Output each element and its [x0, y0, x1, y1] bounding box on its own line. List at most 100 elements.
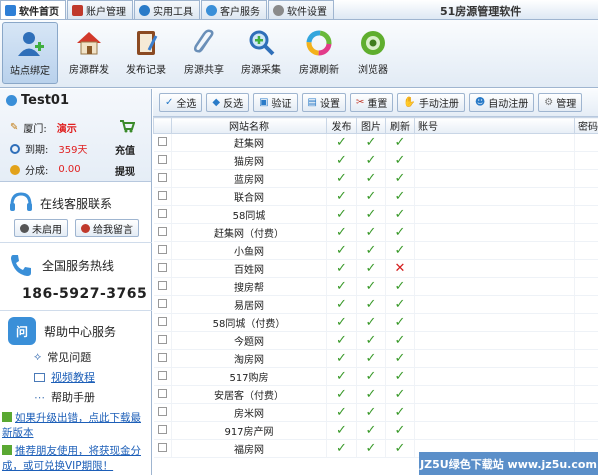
password-cell[interactable]	[574, 133, 598, 152]
account-cell[interactable]	[414, 187, 575, 206]
help-link-manual[interactable]: ⋯ 帮助手册	[34, 387, 95, 407]
recharge-button[interactable]: 充值	[115, 142, 135, 157]
password-cell[interactable]	[574, 331, 598, 350]
manage-button[interactable]: ⚙ 管理	[538, 93, 583, 112]
password-cell[interactable]	[574, 295, 598, 314]
password-cell[interactable]	[574, 205, 598, 224]
table-row[interactable]: 赶集网 ✓ ✓ ✓	[153, 133, 598, 152]
password-cell[interactable]	[574, 169, 598, 188]
table-row[interactable]: 赶集网（付费） ✓ ✓ ✓	[153, 223, 598, 242]
account-cell[interactable]	[414, 277, 575, 296]
toolbar-browser[interactable]: 浏览器	[345, 22, 401, 84]
verify-button[interactable]: ▣ 验证	[253, 93, 298, 112]
row-checkbox[interactable]	[153, 367, 172, 386]
password-cell[interactable]	[574, 367, 598, 386]
row-checkbox[interactable]	[153, 403, 172, 422]
row-checkbox[interactable]	[153, 331, 172, 350]
table-row[interactable]: 小鱼网 ✓ ✓ ✓	[153, 241, 598, 260]
password-cell[interactable]	[574, 223, 598, 242]
table-row[interactable]: 安居客（付费） ✓ ✓ ✓	[153, 385, 598, 404]
password-cell[interactable]	[574, 241, 598, 260]
row-checkbox[interactable]	[153, 241, 172, 260]
row-checkbox[interactable]	[153, 439, 172, 458]
row-checkbox[interactable]	[153, 205, 172, 224]
table-row[interactable]: 房米网 ✓ ✓ ✓	[153, 403, 598, 422]
password-cell[interactable]	[574, 349, 598, 368]
help-link-faq[interactable]: ⟡ 常见问题	[34, 347, 95, 367]
account-cell[interactable]	[414, 421, 575, 440]
account-cell[interactable]	[414, 313, 575, 332]
account-cell[interactable]	[414, 151, 575, 170]
cart-icon[interactable]	[119, 119, 136, 136]
account-cell[interactable]	[414, 403, 575, 422]
promo-upgrade-link[interactable]: 如果升级出错，点此下载最新版本	[2, 411, 150, 441]
tab-settings[interactable]: 软件设置	[268, 0, 334, 19]
invert-selection-button[interactable]: ◆ 反选	[206, 93, 250, 112]
account-cell[interactable]	[414, 331, 575, 350]
table-row[interactable]: 搜房帮 ✓ ✓ ✓	[153, 277, 598, 296]
row-checkbox[interactable]	[153, 151, 172, 170]
table-row[interactable]: 淘房网 ✓ ✓ ✓	[153, 349, 598, 368]
row-checkbox[interactable]	[153, 169, 172, 188]
toolbar-post-log[interactable]: 发布记录	[118, 22, 174, 84]
account-cell[interactable]	[414, 205, 575, 224]
support-status-button[interactable]: 未启用	[14, 219, 68, 237]
row-checkbox[interactable]	[153, 385, 172, 404]
account-cell[interactable]	[414, 367, 575, 386]
row-checkbox[interactable]	[153, 223, 172, 242]
header-refresh[interactable]: 刷新	[385, 117, 415, 134]
row-checkbox[interactable]	[153, 277, 172, 296]
account-cell[interactable]	[414, 385, 575, 404]
password-cell[interactable]	[574, 385, 598, 404]
table-row[interactable]: 517购房 ✓ ✓ ✓	[153, 367, 598, 386]
account-cell[interactable]	[414, 223, 575, 242]
password-cell[interactable]	[574, 259, 598, 278]
tab-account[interactable]: 账户管理	[67, 0, 133, 19]
table-row[interactable]: 联合网 ✓ ✓ ✓	[153, 187, 598, 206]
table-row[interactable]: 917房产网 ✓ ✓ ✓	[153, 421, 598, 440]
table-row[interactable]: 58同城（付费） ✓ ✓ ✓	[153, 313, 598, 332]
account-cell[interactable]	[414, 259, 575, 278]
tab-service[interactable]: 客户服务	[201, 0, 267, 19]
account-cell[interactable]	[414, 295, 575, 314]
header-password[interactable]: 密码	[574, 117, 598, 134]
promo-referral-link[interactable]: 推荐朋友使用，将获现金分成，或可兑换VIP期限！	[2, 444, 150, 474]
row-checkbox[interactable]	[153, 259, 172, 278]
account-cell[interactable]	[414, 349, 575, 368]
password-cell[interactable]	[574, 403, 598, 422]
tab-tools[interactable]: 实用工具	[134, 0, 200, 19]
table-row[interactable]: 蓝房网 ✓ ✓ ✓	[153, 169, 598, 188]
table-row[interactable]: 今题网 ✓ ✓ ✓	[153, 331, 598, 350]
table-row[interactable]: 百姓网 ✓ ✓ ✕	[153, 259, 598, 278]
header-account[interactable]: 账号	[414, 117, 575, 134]
account-cell[interactable]	[414, 169, 575, 188]
header-site-name[interactable]: 网站名称	[171, 117, 327, 134]
settings-button[interactable]: ▤ 设置	[301, 93, 346, 112]
toolbar-mass-post[interactable]: 房源群发	[61, 22, 117, 84]
auto-register-button[interactable]: ☻ 自动注册	[468, 93, 535, 112]
password-cell[interactable]	[574, 421, 598, 440]
leave-message-button[interactable]: 给我留言	[75, 219, 139, 237]
row-checkbox[interactable]	[153, 349, 172, 368]
row-checkbox[interactable]	[153, 187, 172, 206]
withdraw-button[interactable]: 提现	[115, 163, 135, 178]
select-all-button[interactable]: ✓ 全选	[159, 93, 203, 112]
header-checkbox[interactable]	[153, 117, 172, 134]
manual-register-button[interactable]: ✋ 手动注册	[397, 93, 465, 112]
toolbar-site-bind[interactable]: 站点绑定	[2, 22, 58, 84]
toolbar-collect[interactable]: 房源采集	[233, 22, 289, 84]
table-row[interactable]: 易居网 ✓ ✓ ✓	[153, 295, 598, 314]
account-cell[interactable]	[414, 241, 575, 260]
password-cell[interactable]	[574, 313, 598, 332]
reset-button[interactable]: ✂ 重置	[350, 93, 394, 112]
account-cell[interactable]	[414, 133, 575, 152]
toolbar-refresh[interactable]: 房源刷新	[291, 22, 347, 84]
row-checkbox[interactable]	[153, 313, 172, 332]
help-link-video[interactable]: 视频教程	[34, 367, 95, 387]
row-checkbox[interactable]	[153, 421, 172, 440]
header-publish[interactable]: 发布	[326, 117, 357, 134]
toolbar-share[interactable]: 房源共享	[176, 22, 232, 84]
row-checkbox[interactable]	[153, 295, 172, 314]
tab-home[interactable]: 软件首页	[0, 0, 66, 19]
password-cell[interactable]	[574, 277, 598, 296]
